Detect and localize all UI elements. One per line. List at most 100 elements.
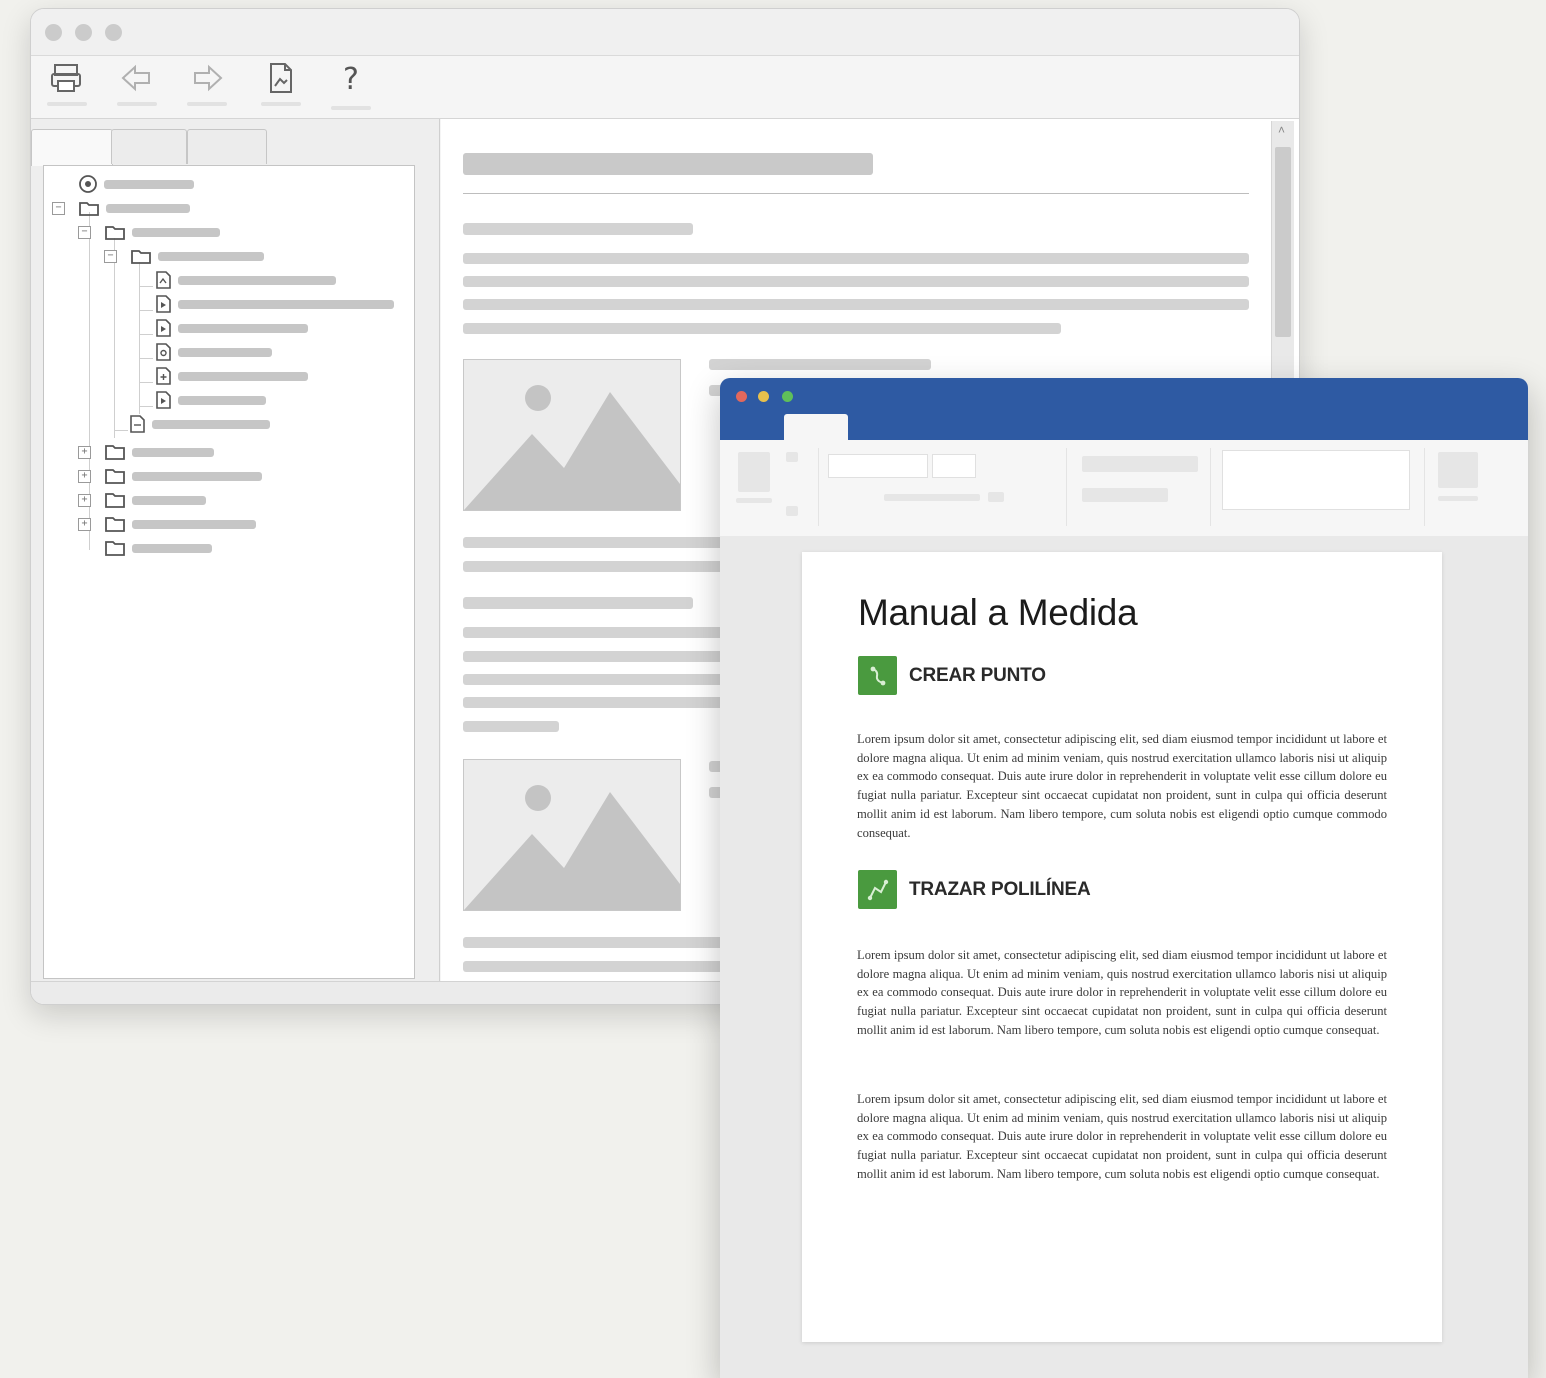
document-title: Manual a Medida: [858, 592, 1138, 633]
cut-icon[interactable]: [786, 452, 798, 462]
styles-gallery[interactable]: [1222, 450, 1410, 510]
image-placeholder: [463, 359, 681, 511]
help-topic-icon: [79, 175, 97, 193]
text-line-placeholder: [463, 697, 763, 708]
page-icon: [156, 319, 171, 337]
tree-item-help[interactable]: [78, 174, 194, 194]
page-icon: [156, 343, 171, 361]
image-placeholder: [463, 759, 681, 911]
paste-button[interactable]: [738, 452, 770, 492]
page-view-button[interactable]: [253, 62, 309, 114]
format-painter-icon[interactable]: [786, 506, 798, 516]
back-button[interactable]: [109, 62, 165, 114]
tree-item-page[interactable]: [154, 366, 308, 386]
text-line-placeholder: [463, 674, 763, 685]
close-window-button[interactable]: [45, 24, 62, 41]
paragraph-list-buttons[interactable]: [1082, 488, 1168, 502]
tree-item-page[interactable]: [154, 270, 336, 290]
tree-item-folder[interactable]: [104, 538, 212, 558]
zoom-window-button[interactable]: [782, 391, 793, 402]
topic-title-placeholder: [463, 153, 873, 175]
font-size-dropdown[interactable]: [932, 454, 976, 478]
section-paragraph: Lorem ipsum dolor sit amet, consectetur …: [857, 948, 1387, 1037]
font-color-button[interactable]: [988, 492, 1004, 502]
section-title: TRAZAR POLILÍNEA: [909, 878, 1091, 900]
text-line-placeholder: [463, 537, 763, 548]
paste-caption: [736, 498, 772, 503]
open-book-icon: [79, 202, 99, 216]
forward-button[interactable]: [179, 62, 235, 114]
page-view-icon: [270, 63, 292, 93]
ribbon-toolbar: [720, 440, 1528, 537]
section-title: CREAR PUNTO: [909, 664, 1046, 686]
back-arrow-icon: [121, 64, 150, 92]
scrollbar-thumb[interactable]: [1275, 147, 1291, 337]
back-button-caption: [117, 102, 157, 106]
text-line-placeholder: [709, 359, 931, 370]
text-line-placeholder: [463, 651, 763, 662]
text-line-placeholder: [463, 276, 1249, 287]
image-placeholder-icon: [464, 785, 680, 910]
polyline-tool-icon: [858, 870, 897, 909]
page-icon: [156, 391, 171, 409]
subheading-placeholder: [463, 223, 693, 235]
section-paragraph: Lorem ipsum dolor sit amet, consectetur …: [857, 1092, 1387, 1181]
document-canvas: Manual a Medida CREAR PUNTO Lorem ipsum …: [720, 536, 1528, 1378]
ribbon-tab-home[interactable]: [784, 414, 848, 440]
folder-icon: [105, 493, 125, 508]
tree-collapse-toggle[interactable]: −: [104, 250, 117, 263]
open-folder-icon: [131, 250, 151, 264]
tree-expand-toggle[interactable]: +: [78, 470, 91, 483]
tree-item-folder[interactable]: [104, 514, 256, 534]
tree-collapse-toggle[interactable]: −: [78, 226, 91, 239]
open-folder-icon: [105, 226, 125, 240]
tree-expand-toggle[interactable]: +: [78, 446, 91, 459]
text-line-placeholder: [463, 561, 763, 572]
print-button[interactable]: [39, 62, 95, 114]
help-button-caption: [331, 106, 371, 110]
font-name-dropdown[interactable]: [828, 454, 928, 478]
text-line-placeholder: [463, 721, 559, 732]
section-heading-trazar-polilinea: TRAZAR POLILÍNEA: [858, 870, 1091, 909]
text-line-placeholder: [463, 937, 763, 948]
folder-icon: [105, 517, 125, 532]
zoom-window-button[interactable]: [105, 24, 122, 41]
text-line-placeholder: [463, 253, 1249, 264]
help-button[interactable]: ?: [323, 62, 379, 114]
print-icon: [51, 64, 81, 92]
tree-item-subfolder[interactable]: [130, 246, 264, 266]
scroll-up-arrow[interactable]: ˄: [1278, 123, 1285, 137]
minimize-window-button[interactable]: [758, 391, 769, 402]
font-format-buttons[interactable]: [884, 494, 980, 501]
minimize-window-button[interactable]: [75, 24, 92, 41]
tab-search[interactable]: [187, 129, 267, 164]
folder-icon: [105, 445, 125, 460]
help-viewer-toolbar: ?: [31, 56, 1299, 119]
tree-item-folder[interactable]: [104, 222, 220, 242]
tree-item-page[interactable]: [154, 318, 308, 338]
tree-item-folder[interactable]: [104, 490, 206, 510]
contents-tree: − − − + + + +: [43, 165, 424, 1004]
text-line-placeholder: [463, 323, 1061, 334]
print-button-caption: [47, 102, 87, 106]
help-viewer-titlebar: [31, 9, 1299, 56]
subheading-placeholder: [463, 597, 693, 609]
forward-arrow-icon: [194, 64, 223, 92]
tab-index[interactable]: [111, 129, 187, 164]
tree-item-book[interactable]: [78, 198, 190, 218]
document-page[interactable]: Manual a Medida CREAR PUNTO Lorem ipsum …: [802, 552, 1442, 1342]
tab-contents[interactable]: [31, 129, 113, 166]
paragraph-align-buttons[interactable]: [1082, 456, 1198, 472]
tree-collapse-toggle[interactable]: −: [52, 202, 65, 215]
close-window-button[interactable]: [736, 391, 747, 402]
tree-item-folder[interactable]: [104, 442, 214, 462]
tree-item-page[interactable]: [154, 390, 266, 410]
editing-button[interactable]: [1438, 452, 1478, 488]
folder-icon: [105, 469, 125, 484]
tree-item-page[interactable]: [154, 294, 394, 314]
tree-item-page[interactable]: [154, 342, 272, 362]
tree-item-page[interactable]: [128, 414, 270, 434]
tree-expand-toggle[interactable]: +: [78, 494, 91, 507]
tree-expand-toggle[interactable]: +: [78, 518, 91, 531]
tree-item-folder[interactable]: [104, 466, 262, 486]
